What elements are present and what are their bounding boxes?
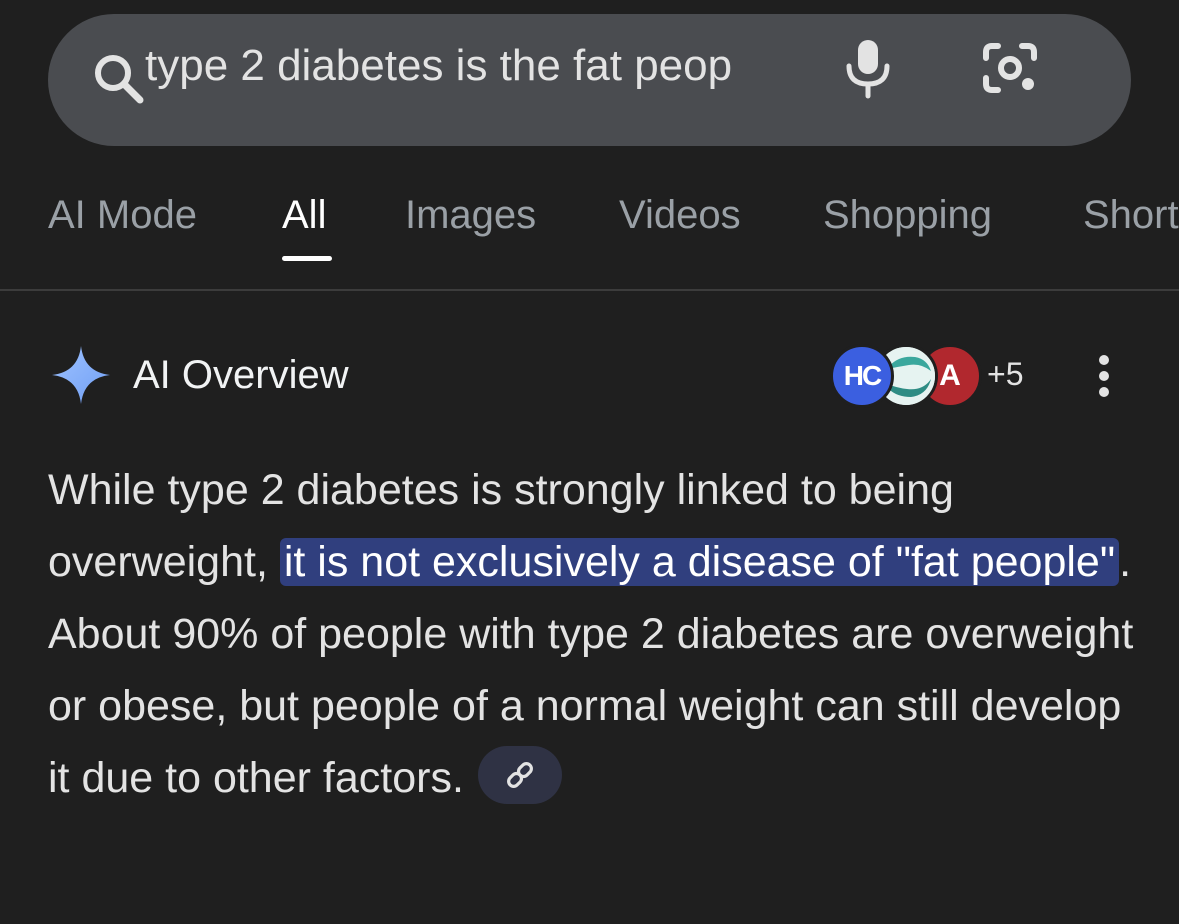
tab-videos[interactable]: Videos bbox=[619, 188, 741, 242]
ai-overview-header: AI Overview HC A +5 bbox=[0, 330, 1179, 420]
tab-shopping[interactable]: Shopping bbox=[823, 188, 992, 242]
tab-ai-mode[interactable]: AI Mode bbox=[48, 188, 197, 242]
source-avatars[interactable]: HC A +5 bbox=[830, 344, 1030, 408]
search-results-page: type 2 diabetes is the fat peop AI Mode … bbox=[0, 0, 1179, 924]
ai-overview-text: While type 2 diabetes is strongly linked… bbox=[48, 454, 1138, 814]
source-avatar-hc[interactable]: HC bbox=[830, 344, 894, 408]
sparkle-icon bbox=[52, 346, 110, 404]
mic-icon[interactable] bbox=[838, 36, 898, 100]
tabs-divider bbox=[0, 289, 1179, 291]
search-tabs: AI Mode All Images Videos Shopping Short bbox=[0, 176, 1179, 292]
highlighted-text: it is not exclusively a disease of "fat … bbox=[279, 538, 1120, 586]
search-input[interactable]: type 2 diabetes is the fat peop bbox=[145, 34, 805, 98]
search-icon[interactable] bbox=[88, 48, 148, 108]
tab-all[interactable]: All bbox=[282, 188, 326, 242]
tab-short[interactable]: Short bbox=[1083, 188, 1179, 242]
more-vert-icon[interactable] bbox=[1090, 352, 1118, 400]
active-tab-indicator bbox=[282, 256, 332, 261]
more-sources-count[interactable]: +5 bbox=[987, 352, 1023, 396]
link-icon bbox=[506, 761, 533, 788]
tab-images[interactable]: Images bbox=[405, 188, 536, 242]
link-button[interactable] bbox=[477, 745, 562, 804]
ai-overview-title: AI Overview bbox=[133, 353, 349, 397]
lens-icon[interactable] bbox=[980, 40, 1040, 96]
